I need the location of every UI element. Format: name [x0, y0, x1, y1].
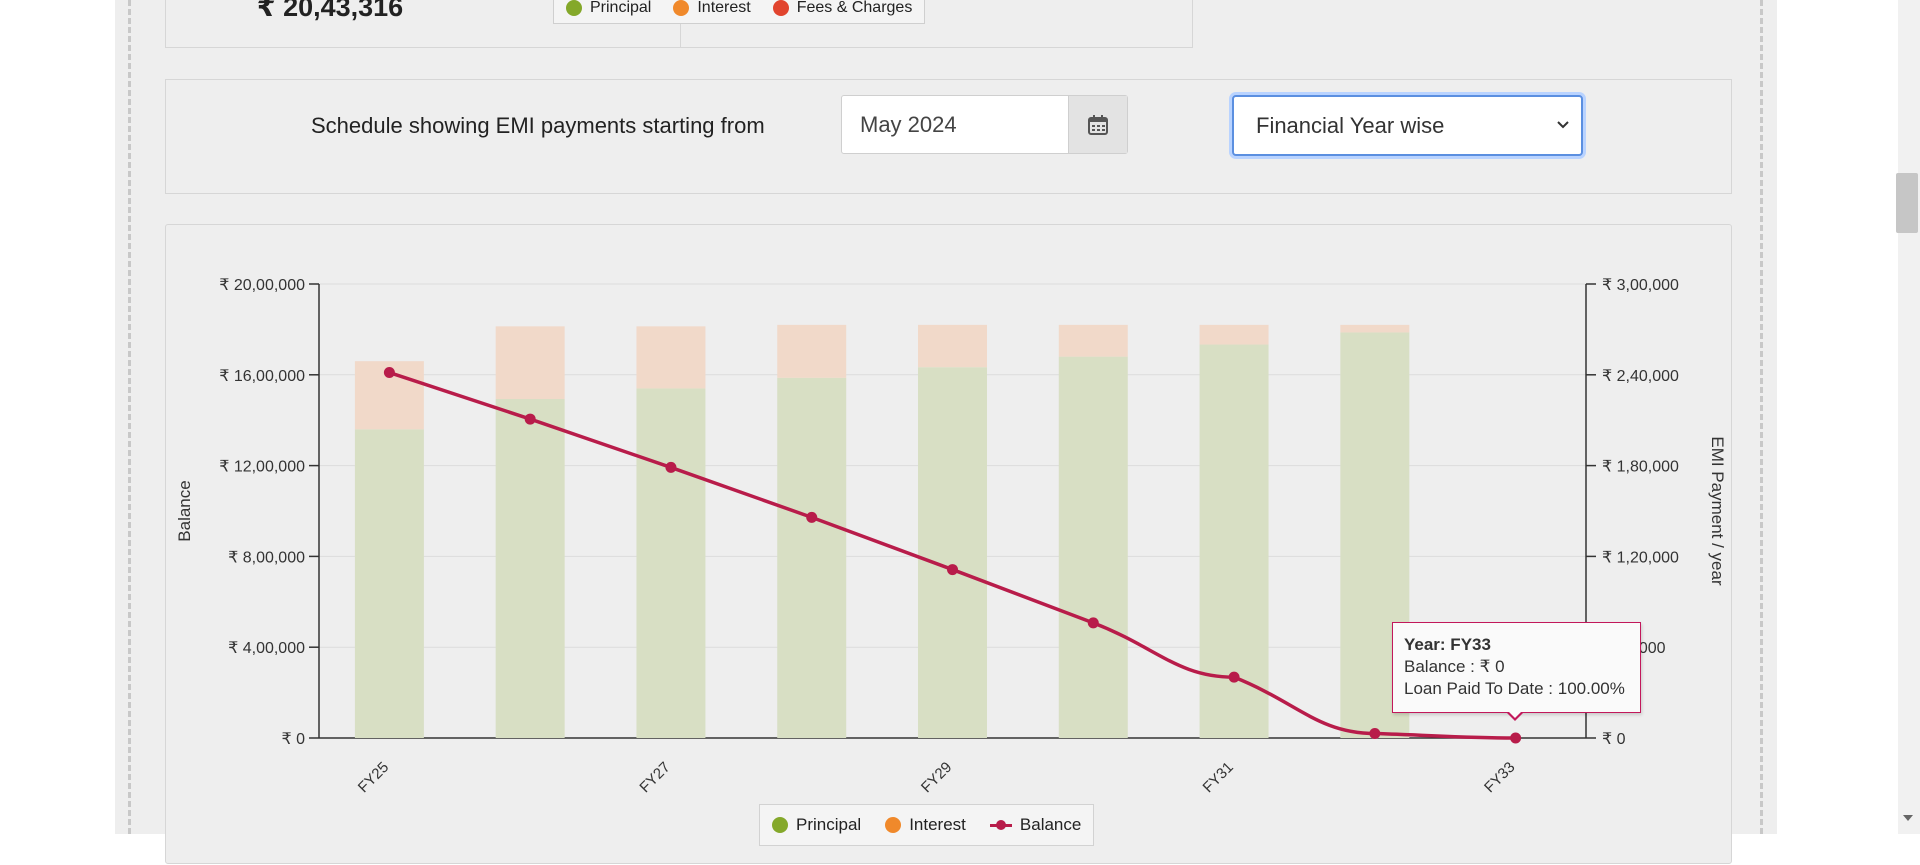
principal-bar — [1058, 356, 1128, 738]
interest-bar — [1340, 324, 1410, 333]
legend-label: Principal — [590, 0, 652, 16]
amortization-chart: ₹ 0 ₹ 4,00,000 ₹ 8,00,000 ₹ 12,00,000 ₹ 16,0… — [175, 277, 1727, 796]
tooltip-balance: Balance : ₹ 0 — [1404, 657, 1505, 676]
x-tick-label: FY25 — [355, 759, 392, 796]
schedule-label: Schedule showing EMI payments starting f… — [311, 113, 765, 138]
y-axis-left-title: Balance — [175, 480, 194, 541]
scrollbar-thumb[interactable] — [1896, 173, 1918, 233]
interest-bar — [777, 324, 847, 378]
y-left-tick-label: ₹ 12,00,000 — [219, 459, 305, 476]
principal-bar — [495, 399, 565, 738]
chart-legend-interest[interactable]: Interest — [885, 815, 966, 835]
legend-label: Fees & Charges — [796, 0, 913, 16]
y-left-tick-label: ₹ 8,00,000 — [228, 549, 305, 566]
y-left-tick-label: ₹ 0 — [281, 731, 305, 748]
principal-dot-icon — [566, 0, 582, 16]
chart-tooltip: Year: FY33 Balance : ₹ 0 Loan Paid To Da… — [1392, 622, 1641, 713]
legend-label: Principal — [796, 815, 862, 834]
x-tick-label: FY33 — [1481, 759, 1518, 796]
legend-label: Balance — [1019, 815, 1082, 834]
y-left-tick-label: ₹ 16,00,000 — [219, 368, 305, 385]
legend-item-fees[interactable]: Fees & Charges — [772, 0, 913, 17]
interest-bar — [918, 324, 987, 368]
principal-bar — [636, 388, 706, 738]
tooltip-arrow-inner — [1508, 711, 1522, 718]
left-dashed-border — [128, 0, 131, 834]
x-tick-label: FY31 — [1200, 759, 1237, 796]
y-right-tick-label: ₹ 3,00,000 — [1602, 277, 1679, 294]
y-left-tick-label: ₹ 20,00,000 — [219, 277, 305, 294]
summary-legend: Principal Interest Fees & Charges — [553, 0, 926, 24]
principal-bar — [918, 367, 987, 738]
tooltip-title: Year: FY33 — [1404, 635, 1491, 654]
balance-point — [524, 413, 536, 425]
schedule-view-value: Financial Year wise — [1256, 113, 1445, 138]
balance-point — [1369, 727, 1381, 739]
chart-legend: Principal Interest Balance — [759, 804, 1095, 846]
y-right-tick-label: ₹ 2,40,000 — [1602, 368, 1679, 385]
legend-item-interest[interactable]: Interest — [673, 0, 751, 17]
right-dashed-border — [1760, 0, 1763, 834]
chevron-down-icon — [1557, 121, 1569, 129]
y-right-tick-label: ₹ 1,20,000 — [1602, 549, 1679, 566]
legend-item-principal[interactable]: Principal — [566, 0, 651, 17]
balance-point — [806, 511, 818, 523]
principal-bar — [354, 429, 424, 738]
calendar-button[interactable] — [1068, 96, 1127, 153]
schedule-controls-panel: Schedule showing EMI payments starting f… — [165, 79, 1732, 194]
y-right-tick-label: ₹ 0 — [1602, 731, 1626, 748]
balance-point — [1228, 671, 1240, 683]
interest-bar — [1058, 324, 1128, 357]
schedule-view-select[interactable]: Financial Year wise — [1232, 95, 1583, 156]
start-date-input[interactable]: May 2024 — [841, 95, 1128, 154]
balance-point — [1087, 617, 1099, 629]
interest-dot-icon — [885, 817, 902, 833]
x-tick-label: FY27 — [636, 759, 673, 796]
balance-line-icon — [989, 818, 1012, 832]
chart-legend-balance[interactable]: Balance — [989, 815, 1082, 835]
interest-bar — [1199, 324, 1269, 345]
y-right-tick-label: ₹ 1,80,000 — [1602, 459, 1679, 476]
y-axis-right-title: EMI Payment / year — [1708, 436, 1727, 586]
total-payment-amount: ₹ 20,43,316 — [256, 0, 404, 22]
interest-dot-icon — [673, 0, 690, 16]
scroll-down-arrow-icon[interactable] — [1902, 813, 1914, 823]
balance-point — [1510, 732, 1522, 744]
calendar-icon — [1088, 114, 1108, 135]
chart-panel: ₹ 0 ₹ 4,00,000 ₹ 8,00,000 ₹ 12,00,000 ₹ 16,0… — [165, 224, 1732, 864]
legend-label: Interest — [909, 815, 966, 834]
x-tick-label: FY29 — [918, 759, 955, 796]
principal-dot-icon — [772, 817, 788, 833]
legend-label: Interest — [697, 0, 751, 16]
page-scrollbar[interactable] — [1898, 0, 1920, 834]
fees-dot-icon — [772, 0, 789, 16]
tooltip-paid: Loan Paid To Date : 100.00% — [1404, 679, 1625, 698]
y-left-tick-label: ₹ 4,00,000 — [228, 640, 305, 657]
balance-point — [383, 367, 395, 379]
principal-bar — [777, 377, 847, 738]
chart-legend-principal[interactable]: Principal — [772, 815, 861, 835]
interest-bar — [495, 326, 565, 400]
balance-point — [665, 461, 677, 473]
interest-bar — [636, 326, 706, 389]
start-date-value: May 2024 — [860, 112, 957, 137]
balance-point — [947, 564, 958, 576]
